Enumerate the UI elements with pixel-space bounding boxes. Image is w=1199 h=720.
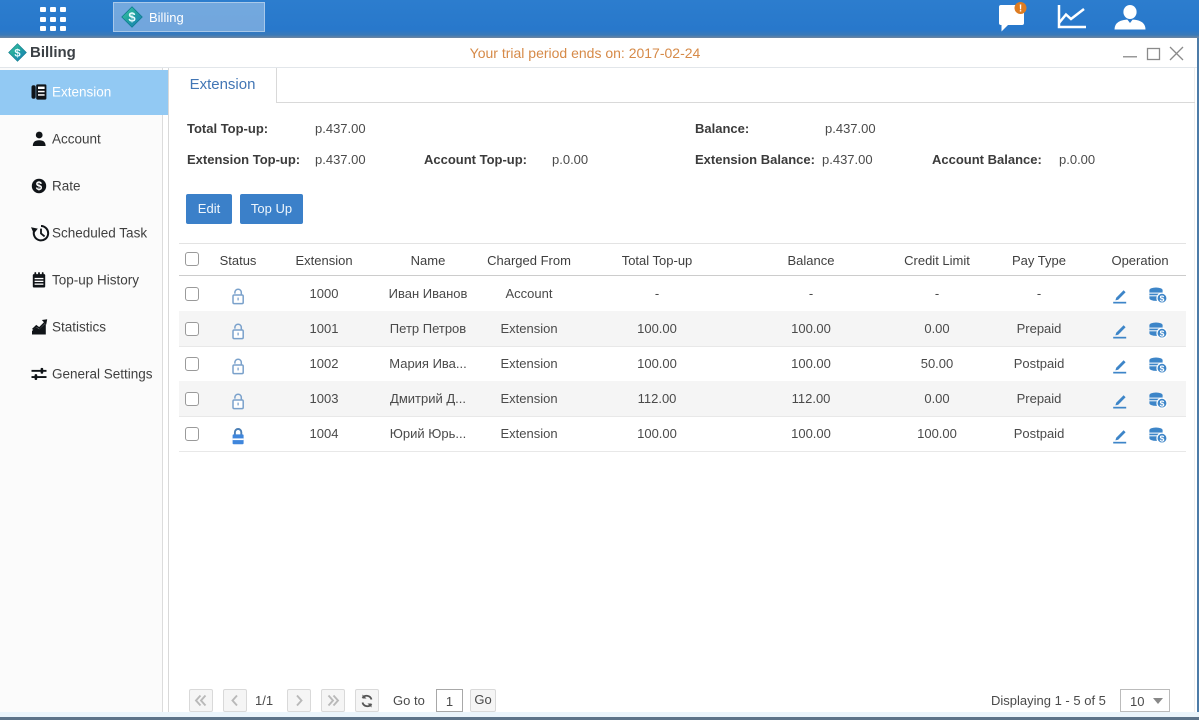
svg-text:$: $ bbox=[1160, 328, 1165, 338]
svg-text:$: $ bbox=[1160, 363, 1165, 373]
svg-text:$: $ bbox=[1160, 398, 1165, 408]
svg-text:!: ! bbox=[1019, 4, 1022, 15]
svg-text:$: $ bbox=[1160, 433, 1165, 443]
svg-text:$: $ bbox=[128, 10, 136, 25]
svg-text:$: $ bbox=[1160, 293, 1165, 303]
svg-text:$: $ bbox=[36, 181, 43, 193]
